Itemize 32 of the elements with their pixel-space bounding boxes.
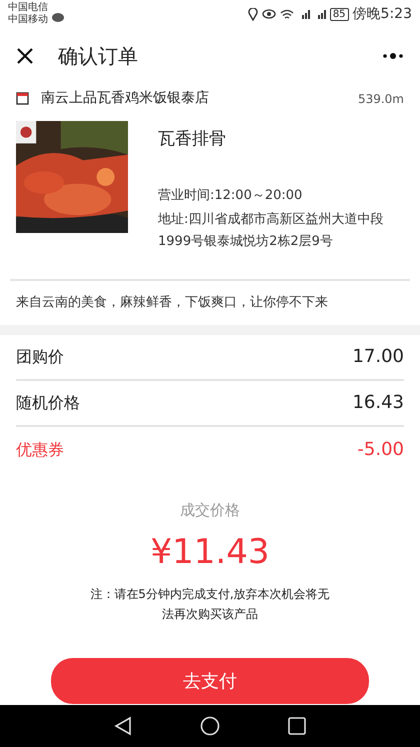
final-price-label: 成交价格 [180, 500, 240, 520]
carrier-name: 中国电信 [8, 2, 48, 14]
wifi-icon [280, 8, 294, 20]
signal-icon [302, 10, 310, 18]
store-address: 地址:四川省成都市高新区益州大道中段1999号银泰城悦坊2栋2层9号 [158, 211, 384, 251]
more-icon[interactable] [382, 52, 404, 60]
clock-time: 傍晚5:23 [352, 4, 412, 24]
back-icon[interactable] [114, 716, 132, 736]
product-name: 瓦香排骨 [158, 128, 227, 151]
business-hours: 营业时间:12:00～20:00 [158, 186, 304, 204]
carrier-name: 中国移动 [8, 14, 48, 26]
final-price: ¥11.43 [150, 531, 270, 574]
product-description: 来自云南的美食，麻辣鲜香，下饭爽口，让你停不下来 [15, 294, 329, 312]
store-distance: 539.0m [358, 90, 404, 108]
price-label: 随机价格 [16, 392, 80, 414]
store-icon [16, 92, 29, 105]
price-value: -5.00 [357, 438, 404, 462]
home-icon[interactable] [200, 716, 220, 736]
battery-level: 85 [330, 8, 349, 20]
page-title: 确认订单 [58, 43, 138, 70]
signal-icon [318, 10, 326, 18]
close-icon[interactable] [16, 47, 34, 65]
store-name: 南云上品瓦香鸡米饭银泰店 [41, 89, 209, 108]
price-value: 16.43 [352, 391, 404, 415]
pay-button[interactable]: 去支付 [51, 658, 369, 704]
price-label: 优惠券 [16, 438, 64, 460]
payment-note: 注：请在5分钟内完成支付,放弃本次机会将无法再次购买该产品 [89, 586, 331, 623]
eye-icon [262, 9, 276, 19]
price-value: 17.00 [352, 345, 404, 369]
price-label: 团购价 [16, 346, 64, 368]
recents-icon[interactable] [288, 717, 306, 735]
location-icon [248, 8, 258, 20]
